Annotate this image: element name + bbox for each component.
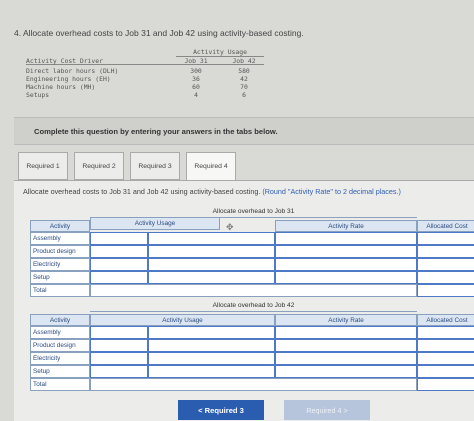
job42-row-label: Product design <box>30 339 90 352</box>
usage-job31-value: 36 <box>192 75 200 83</box>
job31-col-activity-rate: Activity Rate <box>275 220 417 232</box>
job31-rate-input[interactable] <box>275 232 417 245</box>
usage-row: Engineering hours (EH) 36 42 <box>26 75 264 83</box>
panel-instruction: Allocate overhead costs to Job 31 and Jo… <box>23 187 401 196</box>
job42-allocation-table: Allocate overhead to Job 42 Activity Act… <box>30 302 474 394</box>
answer-panel: Allocate overhead costs to Job 31 and Jo… <box>14 180 474 421</box>
job31-row-label: Setup <box>30 271 90 284</box>
job31-cost-input[interactable] <box>417 232 474 245</box>
job31-usage-input[interactable] <box>90 232 148 245</box>
usage-row: Machine hours (MH) 60 70 <box>26 83 264 91</box>
job42-usage-driver-input[interactable] <box>148 339 275 352</box>
usage-job42-value: 580 <box>238 67 250 75</box>
job31-row-label: Total <box>30 284 90 297</box>
job42-col-activity: Activity <box>30 314 90 326</box>
usage-driver-name: Setups <box>26 91 50 99</box>
usage-driver-name: Machine hours (MH) <box>26 83 96 91</box>
job42-rate-input[interactable] <box>275 352 417 365</box>
panel-instruction-text: Allocate overhead costs to Job 31 and Jo… <box>23 187 261 196</box>
job42-col-activity-rate: Activity Rate <box>275 314 417 326</box>
usage-row: Setups 4 6 <box>26 91 264 99</box>
job42-rate-input[interactable] <box>275 339 417 352</box>
move-cursor-icon: ✥ <box>226 222 234 232</box>
job31-row-label: Assembly <box>30 232 90 245</box>
job31-table-title: Allocate overhead to Job 31 <box>90 208 417 218</box>
job42-col-activity-usage: Activity Usage <box>90 314 275 326</box>
job42-usage-input[interactable] <box>90 326 148 339</box>
job31-usage-driver-input[interactable] <box>148 232 275 245</box>
job31-usage-input[interactable] <box>90 258 148 271</box>
header-activity-cost-driver: Activity Cost Driver <box>26 57 103 65</box>
job42-usage-driver-input[interactable] <box>148 352 275 365</box>
job31-cost-input[interactable] <box>417 258 474 271</box>
usage-job42-value: 42 <box>240 75 248 83</box>
tab-required-1[interactable]: Required 1 <box>18 152 68 180</box>
job42-rate-input[interactable] <box>275 365 417 378</box>
job31-allocation-table: Allocate overhead to Job 31 Activity Act… <box>30 208 474 300</box>
job42-total-blank <box>90 378 417 391</box>
job31-total-blank <box>90 284 417 297</box>
job42-cost-input[interactable] <box>417 365 474 378</box>
header-job-31: Job 31 <box>184 57 208 65</box>
header-job-42: Job 42 <box>232 57 256 65</box>
job31-usage-input[interactable] <box>90 245 148 258</box>
job42-cost-input[interactable] <box>417 326 474 339</box>
job42-col-allocated-cost: Allocated Cost <box>417 314 474 326</box>
job42-usage-input[interactable] <box>90 365 148 378</box>
job31-cost-input[interactable] <box>417 245 474 258</box>
question-title: 4. Allocate overhead costs to Job 31 and… <box>14 28 304 38</box>
job42-row-label: Total <box>30 378 90 391</box>
job42-rate-input[interactable] <box>275 326 417 339</box>
job31-col-activity-usage: Activity Usage <box>90 218 220 230</box>
job31-row-label: Electricity <box>30 258 90 271</box>
tab-required-4[interactable]: Required 4 <box>186 152 236 182</box>
job42-row-label: Assembly <box>30 326 90 339</box>
usage-job42-value: 70 <box>240 83 248 91</box>
rounding-hint: (Round "Activity Rate" to 2 decimal plac… <box>262 187 401 196</box>
usage-job42-value: 6 <box>242 91 246 99</box>
activity-usage-header-row: Activity Cost Driver Job 31 Job 42 <box>26 57 264 65</box>
tab-required-2[interactable]: Required 2 <box>74 152 124 180</box>
next-required-button[interactable]: Required 4 > <box>284 400 370 420</box>
job31-usage-driver-input[interactable] <box>148 258 275 271</box>
job42-cost-input[interactable] <box>417 352 474 365</box>
job42-cost-input[interactable] <box>417 339 474 352</box>
job31-row-label: Product design <box>30 245 90 258</box>
job42-usage-input[interactable] <box>90 339 148 352</box>
instruction-bar: Complete this question by entering your … <box>14 117 474 145</box>
job42-row-label: Electricity <box>30 352 90 365</box>
job31-col-allocated-cost: Allocated Cost <box>417 220 474 232</box>
usage-job31-value: 300 <box>190 67 202 75</box>
job31-usage-driver-input[interactable] <box>148 271 275 284</box>
job31-cost-input[interactable] <box>417 271 474 284</box>
job42-usage-driver-input[interactable] <box>148 326 275 339</box>
usage-job31-value: 4 <box>194 91 198 99</box>
job42-usage-driver-input[interactable] <box>148 365 275 378</box>
usage-job31-value: 60 <box>192 83 200 91</box>
job31-rate-input[interactable] <box>275 258 417 271</box>
job42-usage-input[interactable] <box>90 352 148 365</box>
job31-col-activity: Activity <box>30 220 90 232</box>
job31-usage-driver-input[interactable] <box>148 245 275 258</box>
job42-total-cost-input[interactable] <box>417 378 474 391</box>
tab-required-3[interactable]: Required 3 <box>130 152 180 180</box>
usage-driver-name: Engineering hours (EH) <box>26 75 111 83</box>
job42-table-title: Allocate overhead to Job 42 <box>90 302 417 312</box>
job31-rate-input[interactable] <box>275 245 417 258</box>
activity-usage-group-header: Activity Usage <box>176 48 264 57</box>
job42-row-label: Setup <box>30 365 90 378</box>
job31-total-cost-input[interactable] <box>417 284 474 297</box>
job31-usage-input[interactable] <box>90 271 148 284</box>
job31-rate-input[interactable] <box>275 271 417 284</box>
instruction-text: Complete this question by entering your … <box>34 127 278 136</box>
usage-driver-name: Direct labor hours (DLH) <box>26 67 119 75</box>
usage-row: Direct labor hours (DLH) 300 580 <box>26 67 264 75</box>
previous-required-button[interactable]: < Required 3 <box>178 400 264 420</box>
